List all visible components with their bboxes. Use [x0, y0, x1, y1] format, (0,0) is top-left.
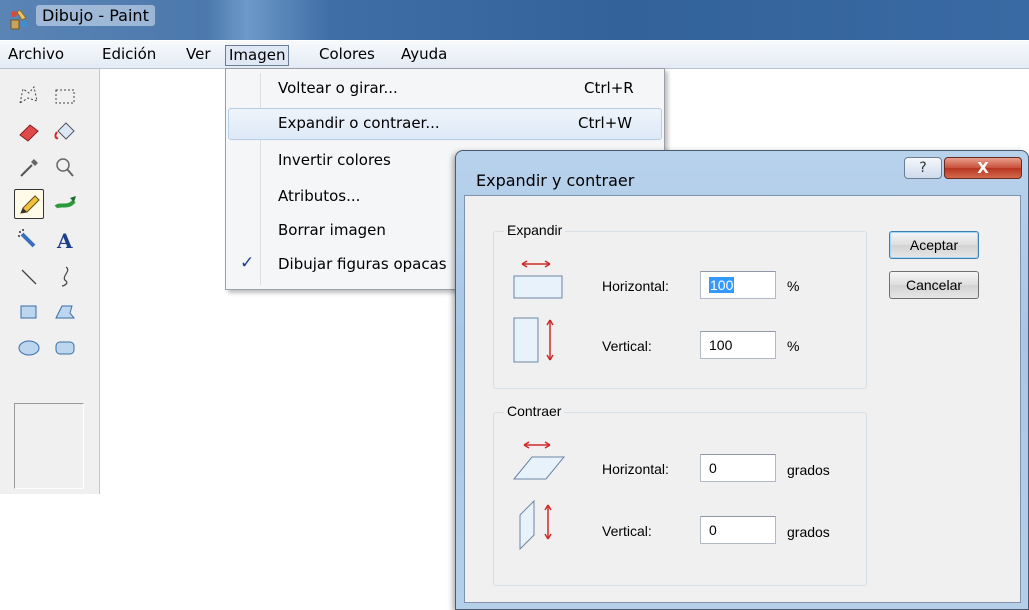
- menu-edicion[interactable]: Edición: [99, 45, 159, 66]
- curve-tool[interactable]: [50, 261, 80, 291]
- contract-vertical-label: Vertical:: [602, 523, 652, 539]
- menu-imagen[interactable]: Imagen: [225, 45, 290, 66]
- menu-item-voltear[interactable]: Voltear o girar... Ctrl+R: [228, 73, 662, 105]
- menu-bar: Archivo Edición Ver Imagen Colores Ayuda: [0, 41, 1029, 69]
- ellipse-tool[interactable]: [14, 333, 44, 363]
- menu-ayuda[interactable]: Ayuda: [398, 45, 450, 66]
- expand-horizontal-unit: %: [787, 278, 800, 294]
- ok-button[interactable]: Aceptar: [889, 231, 979, 259]
- checkmark-icon: ✓: [240, 253, 255, 273]
- eraser-tool[interactable]: [14, 117, 44, 147]
- color-picker-tool[interactable]: [14, 153, 44, 183]
- magnifier-tool[interactable]: [50, 153, 80, 183]
- rect-select-tool[interactable]: [50, 81, 80, 111]
- menu-item-label: Expandir o contraer...: [278, 114, 440, 132]
- dialog-body: Expandir Horizontal: 100 % Vertical: 100…: [464, 195, 1021, 603]
- vertical-skew-icon: [519, 499, 552, 551]
- expand-vertical-label: Vertical:: [602, 338, 652, 354]
- rectangle-icon: [20, 305, 37, 319]
- dialog-title: Expandir y contraer: [476, 171, 635, 190]
- tool-options-box[interactable]: [14, 403, 84, 489]
- free-select-icon: [19, 85, 38, 105]
- menu-item-shortcut: Ctrl+W: [578, 114, 633, 132]
- rounded-rect-tool[interactable]: [50, 333, 80, 363]
- free-select-tool[interactable]: [14, 81, 44, 111]
- menu-item-label: Borrar imagen: [278, 221, 386, 239]
- polygon-icon: [55, 305, 76, 319]
- color-picker-icon: [20, 159, 38, 177]
- expand-group-title: Expandir: [504, 222, 566, 238]
- title-bar: Dibujo - Paint: [0, 0, 1029, 40]
- svg-text:A: A: [56, 229, 73, 253]
- contract-horizontal-label: Horizontal:: [602, 461, 669, 477]
- menu-item-label: Dibujar figuras opacas: [278, 255, 447, 273]
- pencil-icon: [20, 195, 40, 214]
- polygon-tool[interactable]: [50, 297, 80, 327]
- fill-bucket-icon: [54, 122, 75, 140]
- expand-vertical-unit: %: [787, 338, 800, 354]
- curve-icon: [61, 266, 69, 287]
- menu-item-expandir[interactable]: Expandir o contraer... Ctrl+W: [228, 108, 662, 140]
- menu-item-shortcut: Ctrl+R: [584, 79, 634, 97]
- line-tool[interactable]: [14, 261, 44, 291]
- pencil-tool[interactable]: [14, 189, 44, 219]
- contract-group-title: Contraer: [504, 403, 565, 419]
- menu-item-label: Invertir colores: [278, 151, 391, 169]
- text-icon: A: [56, 229, 73, 253]
- eraser-icon: [19, 124, 39, 142]
- menu-colores[interactable]: Colores: [316, 45, 378, 66]
- ellipse-icon: [18, 340, 40, 356]
- menu-item-label: Atributos...: [278, 187, 361, 205]
- paint-app-icon: [10, 9, 27, 30]
- contract-horizontal-unit: grados: [787, 462, 830, 478]
- expand-group: Expandir Horizontal: 100 % Vertical: 100…: [493, 222, 867, 389]
- line-icon: [21, 269, 37, 285]
- rect-select-icon: [55, 89, 75, 104]
- magnifier-icon: [56, 158, 74, 177]
- menu-item-label: Voltear o girar...: [278, 79, 398, 97]
- close-icon: X: [977, 159, 989, 177]
- vertical-stretch-icon: [513, 317, 554, 363]
- contract-group: Contraer Horizontal: 0 grados Vertical: …: [493, 403, 867, 586]
- help-button[interactable]: ?: [904, 157, 942, 179]
- expand-vertical-input[interactable]: 100: [700, 331, 776, 359]
- menu-archivo[interactable]: Archivo: [5, 45, 67, 66]
- help-icon: ?: [919, 160, 927, 176]
- tool-palette: A: [0, 69, 100, 494]
- stretch-skew-dialog: Expandir y contraer ? X Expandir Horizon…: [455, 150, 1029, 610]
- contract-vertical-unit: grados: [787, 524, 830, 540]
- expand-horizontal-label: Horizontal:: [602, 278, 669, 294]
- fill-tool[interactable]: [50, 117, 80, 147]
- rounded-rect-icon: [55, 341, 75, 355]
- cancel-button[interactable]: Cancelar: [889, 271, 979, 299]
- brush-tool[interactable]: [50, 189, 80, 219]
- brush-icon: [54, 196, 76, 209]
- contract-vertical-input[interactable]: 0: [700, 516, 776, 544]
- horizontal-skew-icon: [512, 441, 566, 480]
- airbrush-icon: [18, 229, 36, 248]
- contract-horizontal-input[interactable]: 0: [700, 454, 776, 482]
- expand-horizontal-input[interactable]: 100: [700, 271, 776, 299]
- rectangle-tool[interactable]: [14, 297, 44, 327]
- horizontal-stretch-icon: [513, 260, 563, 299]
- close-button[interactable]: X: [944, 157, 1022, 179]
- airbrush-tool[interactable]: [14, 225, 44, 255]
- menu-ver[interactable]: Ver: [183, 45, 214, 66]
- text-tool[interactable]: A: [50, 225, 80, 255]
- window-title: Dibujo - Paint: [36, 5, 155, 26]
